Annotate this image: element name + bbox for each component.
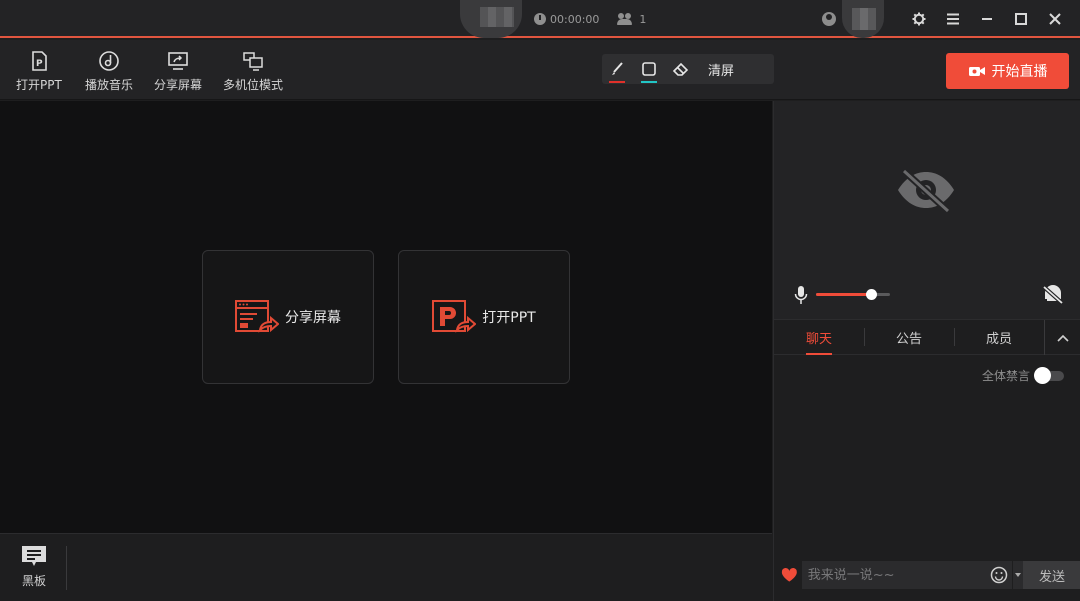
share-screen-card[interactable]: 分享屏幕 xyxy=(202,250,374,384)
volume-knob[interactable] xyxy=(865,289,877,300)
tab-announcement[interactable]: 公告 xyxy=(864,320,954,355)
tab-members[interactable]: 成员 xyxy=(954,320,1044,355)
maximize-button[interactable] xyxy=(1004,0,1038,38)
close-button[interactable] xyxy=(1038,0,1072,38)
chevron-up-icon xyxy=(1057,334,1069,342)
divider xyxy=(66,546,67,590)
music-disc-icon xyxy=(99,51,119,71)
tool-label: 分享屏幕 xyxy=(154,78,203,92)
tool-label: 播放音乐 xyxy=(85,78,134,92)
menu-button[interactable] xyxy=(936,0,970,38)
open-ppt-card-label: 打开PPT xyxy=(482,310,536,326)
pen-icon xyxy=(612,62,623,75)
timer-text: 00:00:00 xyxy=(550,12,600,26)
drawing-toolbar: 清屏 xyxy=(602,54,774,84)
toolbar: P 打开PPT 播放音乐 分享屏幕 多机位模式 清屏 开始直播 xyxy=(0,40,1080,100)
play-music-tool[interactable]: 播放音乐 xyxy=(85,50,133,93)
settings-button[interactable] xyxy=(902,0,936,38)
share-screen-icon xyxy=(168,52,188,70)
room-avatar xyxy=(460,0,522,38)
pen-tool[interactable] xyxy=(602,54,632,84)
open-ppt-tool[interactable]: P 打开PPT xyxy=(16,50,62,93)
microphone-icon[interactable] xyxy=(794,285,808,305)
rectangle-icon xyxy=(642,62,656,76)
user-icon[interactable] xyxy=(822,12,836,26)
panel-tabs: 聊天 公告 成员 xyxy=(774,319,1080,355)
camera-off-eye-icon xyxy=(898,168,954,213)
clock-icon xyxy=(534,13,546,25)
send-button[interactable]: 发送 xyxy=(1023,561,1080,589)
volume-slider[interactable] xyxy=(816,289,890,300)
tab-chat[interactable]: 聊天 xyxy=(774,320,864,355)
start-live-label: 开始直播 xyxy=(991,64,1048,80)
pen-color-indicator xyxy=(609,81,625,83)
chat-input[interactable] xyxy=(801,561,986,589)
start-live-button[interactable]: 开始直播 xyxy=(946,53,1069,89)
like-heart-icon[interactable] xyxy=(780,565,799,585)
live-timer: 00:00:00 xyxy=(534,13,599,26)
title-bar: 00:00:00 1 xyxy=(0,0,1080,38)
open-ppt-card[interactable]: 打开PPT xyxy=(398,250,570,384)
window-controls xyxy=(822,0,1080,38)
caret-down-icon xyxy=(1014,573,1021,577)
blackboard-icon xyxy=(22,546,46,566)
right-panel: 聊天 公告 成员 全体禁言 发送 xyxy=(773,101,1080,601)
collapse-button[interactable] xyxy=(1044,320,1080,355)
eraser-tool[interactable] xyxy=(666,54,696,84)
bottom-bar: 黑板 xyxy=(0,533,772,601)
mute-all-toggle[interactable] xyxy=(1034,366,1064,384)
viewer-count-text: 1 xyxy=(639,12,647,26)
shape-tool[interactable] xyxy=(634,54,664,84)
main-stage: 分享屏幕 打开PPT xyxy=(0,101,772,533)
gear-icon xyxy=(912,12,926,26)
viewer-count: 1 xyxy=(617,13,646,26)
shape-color-indicator xyxy=(641,81,657,83)
user-avatar[interactable] xyxy=(842,0,884,38)
camera-off-icon[interactable] xyxy=(1042,285,1064,305)
ppt-large-icon xyxy=(432,300,477,333)
svg-text:P: P xyxy=(36,59,43,69)
share-screen-card-label: 分享屏幕 xyxy=(285,310,341,326)
emoji-dropdown[interactable] xyxy=(1011,561,1024,589)
multi-camera-icon xyxy=(243,52,263,71)
tool-label: 打开PPT xyxy=(16,78,62,92)
blackboard-button[interactable]: 黑板 xyxy=(14,544,54,589)
ppt-file-icon: P xyxy=(32,51,47,71)
emoji-button[interactable] xyxy=(985,561,1012,589)
share-screen-tool[interactable]: 分享屏幕 xyxy=(154,50,202,93)
clear-screen-button[interactable]: 清屏 xyxy=(708,60,734,79)
share-screen-large-icon xyxy=(235,300,279,333)
multi-camera-tool[interactable]: 多机位模式 xyxy=(223,50,283,93)
mute-all-label: 全体禁言 xyxy=(981,369,1030,383)
volume-fill xyxy=(816,293,871,296)
video-camera-icon xyxy=(968,67,985,76)
eraser-icon xyxy=(672,62,689,76)
close-icon xyxy=(1049,13,1061,25)
hamburger-icon xyxy=(947,13,959,25)
mute-all-row: 全体禁言 xyxy=(981,366,1064,384)
camera-preview xyxy=(774,101,1080,319)
maximize-icon xyxy=(1015,13,1027,25)
chat-input-row: 发送 xyxy=(774,560,1080,590)
minimize-icon xyxy=(982,18,992,20)
people-icon xyxy=(617,13,633,25)
room-info: 00:00:00 1 xyxy=(460,0,646,38)
minimize-button[interactable] xyxy=(970,0,1004,38)
audio-controls xyxy=(794,285,1064,305)
emoji-icon xyxy=(990,566,1007,584)
tool-label: 多机位模式 xyxy=(223,78,284,92)
blackboard-label: 黑板 xyxy=(21,574,46,588)
